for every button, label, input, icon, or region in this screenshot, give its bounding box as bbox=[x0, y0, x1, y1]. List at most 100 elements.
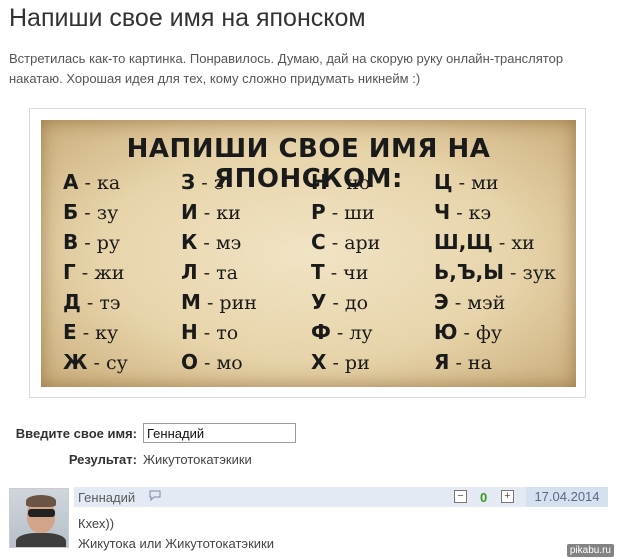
poster-letter-pair: Ю - фу bbox=[434, 320, 503, 344]
poster-letter-pair: Б - зу bbox=[63, 200, 119, 224]
russian-letter: Ц bbox=[434, 170, 453, 194]
japanese-syllable: хи bbox=[511, 232, 535, 254]
russian-letter: Ю bbox=[434, 320, 458, 344]
japanese-syllable: но bbox=[346, 172, 371, 194]
russian-letter: В bbox=[63, 230, 79, 254]
poster-letter-pair: К - мэ bbox=[181, 230, 242, 254]
comment-author[interactable]: Геннадий bbox=[78, 490, 135, 505]
russian-letter: Е bbox=[63, 320, 77, 344]
poster-letter-pair: Р - ши bbox=[311, 200, 375, 224]
poster-letter-pair: Л - та bbox=[181, 260, 238, 284]
russian-letter: Ш,Щ bbox=[434, 230, 493, 254]
poster-letter-pair: И - ки bbox=[181, 200, 241, 224]
russian-letter: Д bbox=[63, 290, 81, 314]
poster-letter-pair: З - з bbox=[181, 170, 225, 194]
comment-date: 17.04.2014 bbox=[526, 487, 608, 507]
japanese-syllable: мэй bbox=[467, 292, 506, 314]
japanese-syllable: з bbox=[213, 172, 225, 194]
comment-text-line: Жикутока или Жикутотокатэкики bbox=[78, 536, 274, 551]
poster-letter-pair: О - мо bbox=[181, 350, 243, 374]
russian-letter: У bbox=[311, 290, 327, 314]
russian-letter: Ч bbox=[434, 200, 451, 224]
result-label: Результат: bbox=[68, 452, 137, 467]
reply-icon[interactable] bbox=[149, 490, 161, 501]
name-input[interactable] bbox=[143, 423, 296, 443]
vote-down-button[interactable]: − bbox=[454, 490, 467, 503]
poster-letter-pair: Ч - кэ bbox=[434, 200, 492, 224]
japanese-syllable: до bbox=[344, 292, 369, 314]
russian-letter: А bbox=[63, 170, 79, 194]
poster-letter-pair: Я - на bbox=[434, 350, 492, 374]
japanese-syllable: кэ bbox=[468, 202, 492, 224]
comment-header: Геннадий − 0 + 17.04.2014 bbox=[74, 487, 608, 507]
russian-letter: З bbox=[181, 170, 196, 194]
russian-letter: Р bbox=[311, 200, 326, 224]
poster-letter-pair: С - ари bbox=[311, 230, 381, 254]
japanese-syllable: ку bbox=[95, 322, 119, 344]
russian-letter: Г bbox=[63, 260, 76, 284]
poster-letter-pair: Д - тэ bbox=[63, 290, 121, 314]
vote-up-button[interactable]: + bbox=[501, 490, 514, 503]
japanese-syllable: фу bbox=[475, 322, 503, 344]
japanese-syllable: ру bbox=[96, 232, 121, 254]
japanese-syllable: ка bbox=[96, 172, 121, 194]
japanese-syllable: мэ bbox=[215, 232, 242, 254]
poster-letter-pair: Х - ри bbox=[311, 350, 370, 374]
poster-letter-pair: Ж - су bbox=[63, 350, 128, 374]
japanese-syllable: ари bbox=[344, 232, 381, 254]
poster-letter-pair: У - до bbox=[311, 290, 369, 314]
poster-letter-pair: Ц - ми bbox=[434, 170, 499, 194]
poster-letter-pair: Ь,Ъ,Ы - зук bbox=[434, 260, 556, 284]
avatar[interactable] bbox=[9, 488, 69, 548]
russian-letter: Ь,Ъ,Ы bbox=[434, 260, 504, 284]
poster-letter-pair: Н - но bbox=[311, 170, 371, 194]
japanese-syllable: су bbox=[105, 352, 128, 374]
japanese-names-poster: НАПИШИ СВОЕ ИМЯ НА ЯПОНСКОМ: А - ка З - з… bbox=[41, 120, 576, 387]
poster-letter-pair: А - ка bbox=[63, 170, 121, 194]
poster-letter-pair: Н - то bbox=[181, 320, 239, 344]
name-input-label: Введите свое имя: bbox=[15, 426, 137, 441]
post-description: Встретилась как-то картинка. Понравилось… bbox=[9, 51, 564, 86]
post-title: Напиши свое имя на японском bbox=[9, 4, 366, 32]
russian-letter: И bbox=[181, 200, 198, 224]
japanese-syllable: лу bbox=[349, 322, 373, 344]
russian-letter: Н bbox=[311, 170, 328, 194]
russian-letter: Ж bbox=[63, 350, 88, 374]
comment: Геннадий − 0 + 17.04.2014 Кхех)) Жикуток… bbox=[9, 487, 608, 555]
japanese-syllable: рин bbox=[219, 292, 257, 314]
russian-letter: Э bbox=[434, 290, 449, 314]
poster-letter-pair: Э - мэй bbox=[434, 290, 506, 314]
poster-letter-pair: Г - жи bbox=[63, 260, 125, 284]
russian-letter: М bbox=[181, 290, 201, 314]
japanese-syllable: зу bbox=[96, 202, 119, 224]
comment-score: 0 bbox=[480, 490, 488, 505]
comment-text-line: Кхех)) bbox=[78, 516, 115, 531]
japanese-syllable: зук bbox=[522, 262, 556, 284]
japanese-syllable: чи bbox=[343, 262, 369, 284]
russian-letter: Я bbox=[434, 350, 450, 374]
japanese-syllable: ми bbox=[471, 172, 499, 194]
japanese-syllable: жи bbox=[94, 262, 125, 284]
site-watermark: pikabu.ru bbox=[566, 544, 614, 557]
japanese-syllable: мо bbox=[216, 352, 243, 374]
russian-letter: Х bbox=[311, 350, 327, 374]
poster-letter-pair: М - рин bbox=[181, 290, 257, 314]
japanese-syllable: ри bbox=[344, 352, 370, 374]
russian-letter: Л bbox=[181, 260, 198, 284]
poster-letter-pair: Т - чи bbox=[311, 260, 369, 284]
japanese-syllable: та bbox=[216, 262, 238, 284]
poster-letter-pair: Ш,Щ - хи bbox=[434, 230, 535, 254]
russian-letter: Б bbox=[63, 200, 79, 224]
poster-letter-pair: Ф - лу bbox=[311, 320, 373, 344]
japanese-syllable: на bbox=[467, 352, 492, 374]
japanese-syllable: ки bbox=[216, 202, 241, 224]
poster-letter-pair: В - ру bbox=[63, 230, 121, 254]
poster-letter-pair: Е - ку bbox=[63, 320, 119, 344]
russian-letter: Т bbox=[311, 260, 325, 284]
poster-letter-grid: А - ка З - з Н - но Ц - ми Б - зу И - ки Р - ш… bbox=[63, 170, 563, 380]
japanese-syllable: тэ bbox=[99, 292, 121, 314]
japanese-syllable: то bbox=[216, 322, 239, 344]
russian-letter: С bbox=[311, 230, 326, 254]
post-image-frame: НАПИШИ СВОЕ ИМЯ НА ЯПОНСКОМ: А - ка З - з… bbox=[29, 108, 586, 398]
russian-letter: К bbox=[181, 230, 198, 254]
